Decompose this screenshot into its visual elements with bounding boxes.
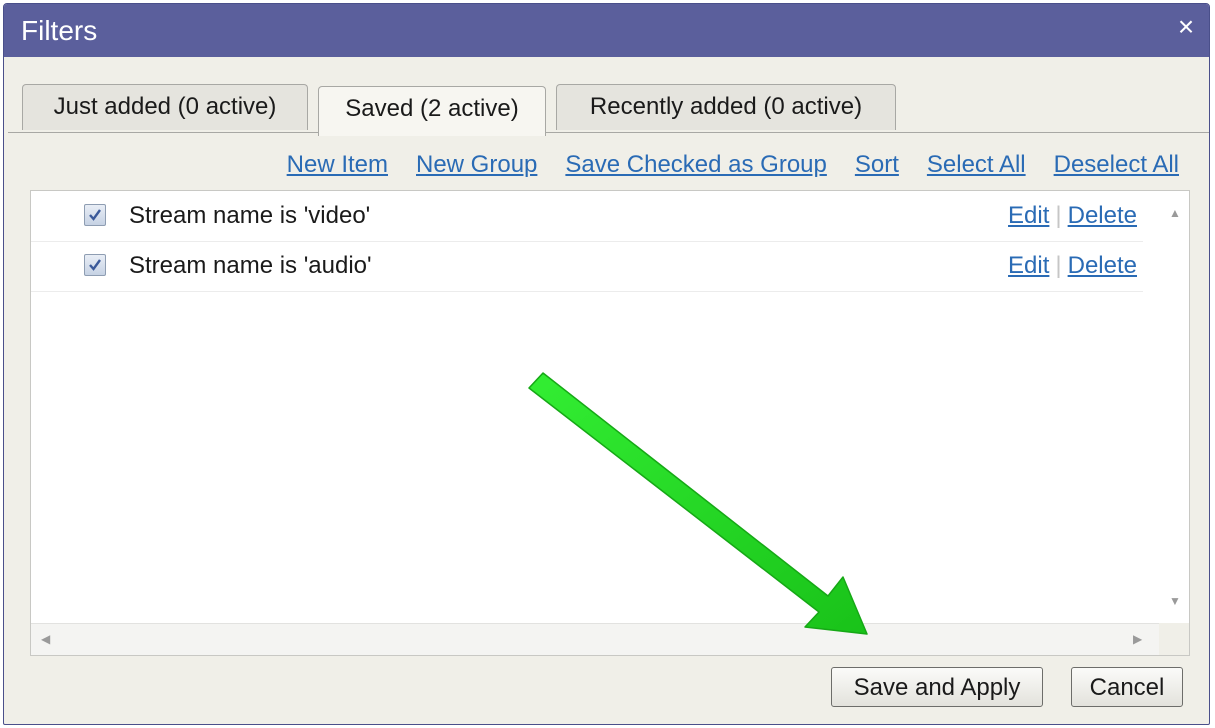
tab-recently-added[interactable]: Recently added (0 active) [556,84,896,130]
checkmark-icon [89,259,101,271]
list-toolbar: New Item New Group Save Checked as Group… [287,151,1179,181]
scrollbar-corner [1159,623,1189,655]
scroll-up-icon[interactable]: ▲ [1169,207,1181,219]
vertical-scrollbar[interactable]: ▲ ▼ [1161,191,1189,623]
list-item: Stream name is 'video' Edit | Delete [31,191,1143,242]
sort-link[interactable]: Sort [855,151,899,181]
filter-label: Stream name is 'audio' [129,252,372,279]
new-group-link[interactable]: New Group [416,151,537,181]
select-all-link[interactable]: Select All [927,151,1026,181]
tab-saved[interactable]: Saved (2 active) [318,86,546,136]
scroll-down-icon[interactable]: ▼ [1169,595,1181,607]
row-actions: Edit | Delete [1008,202,1137,230]
filters-dialog: Filters × Just added (0 active) Saved (2… [3,3,1210,725]
list-item: Stream name is 'audio' Edit | Delete [31,241,1143,292]
tab-strip: Just added (0 active) Saved (2 active) R… [20,84,1209,136]
row-actions: Edit | Delete [1008,252,1137,280]
tab-just-added[interactable]: Just added (0 active) [22,84,308,130]
horizontal-scrollbar[interactable]: ◀ ▶ [31,623,1161,655]
deselect-all-link[interactable]: Deselect All [1054,151,1179,181]
save-checked-as-group-link[interactable]: Save Checked as Group [565,151,826,181]
delete-link[interactable]: Delete [1068,252,1137,279]
checkmark-icon [89,209,101,221]
filter-checkbox[interactable] [84,254,106,276]
scroll-right-icon[interactable]: ▶ [1133,633,1142,645]
tab-divider [8,132,1209,133]
cancel-button[interactable]: Cancel [1071,667,1183,707]
dialog-title: Filters [21,15,98,46]
edit-link[interactable]: Edit [1008,252,1049,279]
separator: | [1055,252,1062,279]
filter-checkbox[interactable] [84,204,106,226]
new-item-link[interactable]: New Item [287,151,388,181]
title-bar: Filters × [4,4,1209,57]
filter-label: Stream name is 'video' [129,202,371,229]
filter-list: Stream name is 'video' Edit | Delete Strea… [30,190,1190,656]
delete-link[interactable]: Delete [1068,202,1137,229]
separator: | [1055,202,1062,229]
save-and-apply-button[interactable]: Save and Apply [831,667,1043,707]
close-icon[interactable]: × [1173,13,1199,41]
edit-link[interactable]: Edit [1008,202,1049,229]
scroll-left-icon[interactable]: ◀ [41,633,50,645]
